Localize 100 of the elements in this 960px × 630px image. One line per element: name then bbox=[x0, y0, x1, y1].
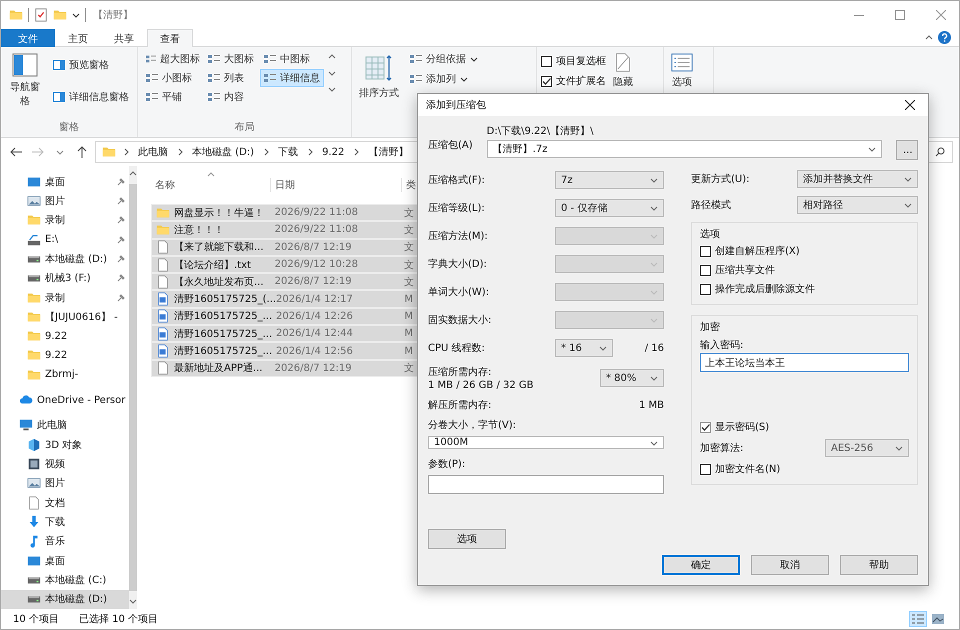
breadcrumb-separator-icon bbox=[352, 148, 360, 156]
browse-button[interactable]: ... bbox=[896, 140, 918, 160]
dialog-button[interactable]: 确定 bbox=[662, 555, 740, 575]
options-button[interactable]: 选项 bbox=[668, 50, 696, 92]
sidebar-item[interactable]: 本地磁盘 (C:) bbox=[1, 570, 130, 590]
sidebar-item[interactable]: 3D 对象 bbox=[1, 435, 130, 454]
caret-icon bbox=[460, 75, 468, 83]
dropdown[interactable]: 0 - 仅存储 bbox=[555, 199, 664, 217]
sort-button[interactable]: 排序方式 bbox=[356, 50, 402, 103]
dropdown[interactable]: 相对路径 bbox=[797, 196, 918, 214]
layout-option[interactable]: 详细信息 bbox=[260, 69, 324, 87]
sidebar-item[interactable]: 录制 bbox=[1, 288, 130, 308]
sidebar-item[interactable]: 下载 bbox=[1, 512, 130, 532]
field-label: 字典大小(D): bbox=[428, 258, 487, 271]
password-field[interactable]: 上本王论坛当本王 bbox=[700, 353, 909, 372]
document-icon bbox=[156, 361, 170, 376]
scroll-down-icon bbox=[328, 69, 336, 77]
details-view-button[interactable] bbox=[909, 611, 927, 627]
sidebar-item[interactable]: 图片 bbox=[1, 191, 130, 211]
view-icon bbox=[264, 54, 276, 64]
checkbox[interactable] bbox=[541, 56, 552, 66]
document-icon bbox=[27, 496, 41, 510]
breadcrumb[interactable]: 此电脑 bbox=[136, 145, 170, 159]
sidebar-item[interactable]: 此电脑 bbox=[1, 416, 130, 436]
sidebar-item[interactable]: 图片 bbox=[1, 474, 130, 493]
scrollbar[interactable] bbox=[129, 166, 138, 609]
checkbox[interactable] bbox=[700, 246, 711, 256]
picture-icon bbox=[27, 194, 41, 208]
breadcrumb[interactable]: 9.22 bbox=[320, 146, 346, 158]
dropdown[interactable]: 7z bbox=[555, 171, 664, 189]
view-icon bbox=[208, 73, 220, 83]
breadcrumb[interactable]: 本地磁盘 (D:) bbox=[190, 145, 256, 159]
ribbon-tab[interactable]: 主页 bbox=[55, 29, 101, 47]
sidebar-item[interactable]: 机械3 (F:) bbox=[1, 268, 130, 288]
dialog-button[interactable]: 帮助 bbox=[840, 555, 918, 575]
pane-button[interactable]: 预览窗格 bbox=[49, 56, 133, 74]
layout-option[interactable]: 内容 bbox=[204, 88, 260, 106]
hide-button[interactable]: 隐藏 bbox=[610, 50, 636, 92]
document-icon bbox=[156, 240, 170, 254]
folder-icon bbox=[27, 368, 41, 382]
sidebar-item[interactable]: 【JUJU0616】 - bbox=[1, 307, 130, 326]
layout-option[interactable]: 小图标 bbox=[142, 69, 204, 87]
dropdown[interactable]: 添加并替换文件 bbox=[797, 170, 918, 188]
chevron-icon bbox=[650, 288, 658, 296]
field-label: 固实数据大小: bbox=[428, 314, 492, 327]
dialog-button[interactable]: 取消 bbox=[751, 555, 829, 575]
sidebar-item[interactable]: 本地磁盘 (D:) bbox=[1, 590, 130, 609]
parameters-field[interactable] bbox=[428, 475, 664, 494]
column-header[interactable]: 名称 bbox=[151, 178, 271, 192]
sidebar-item[interactable]: 视频 bbox=[1, 454, 130, 474]
ribbon-tab[interactable]: 文件 bbox=[1, 29, 55, 47]
view-menu-button[interactable]: 分组依据 bbox=[406, 50, 482, 68]
sidebar-item[interactable]: 音乐 bbox=[1, 532, 130, 551]
layout-option[interactable]: 列表 bbox=[204, 69, 260, 87]
chevron-icon bbox=[650, 176, 658, 184]
archive-name-dropdown[interactable]: 【清野】.7z bbox=[486, 140, 882, 158]
layout-option[interactable]: 中图标 bbox=[260, 50, 324, 68]
options-button[interactable]: 选项 bbox=[428, 529, 506, 549]
dropdown[interactable]: AES-256 bbox=[825, 439, 909, 457]
folder-icon bbox=[156, 206, 170, 220]
sidebar-item[interactable]: Zbrmj- bbox=[1, 365, 130, 384]
checkbox[interactable] bbox=[700, 422, 711, 432]
split-size-dropdown[interactable]: 1000M bbox=[428, 436, 664, 449]
sidebar-item[interactable]: 桌面 bbox=[1, 172, 130, 192]
dropdown[interactable]: * 80% bbox=[600, 369, 664, 387]
chevron-icon bbox=[650, 374, 658, 382]
pane-icon bbox=[53, 60, 65, 70]
checkbox[interactable] bbox=[541, 76, 552, 86]
folder-icon bbox=[102, 145, 116, 159]
ribbon-tab[interactable]: 查看 bbox=[147, 29, 193, 47]
field-label: 压缩格式(F): bbox=[428, 174, 485, 187]
sidebar-item[interactable]: OneDrive - Persor bbox=[1, 390, 130, 410]
folder-icon bbox=[156, 222, 170, 237]
sidebar-item[interactable]: 9.22 bbox=[1, 346, 130, 366]
scroll-up-icon bbox=[328, 53, 336, 61]
pane-button[interactable]: 详细信息窗格 bbox=[49, 88, 133, 106]
checkbox[interactable] bbox=[700, 264, 711, 276]
breadcrumb[interactable]: 下载 bbox=[276, 145, 300, 159]
checkbox[interactable] bbox=[700, 284, 711, 294]
layout-option[interactable]: 大图标 bbox=[204, 50, 260, 68]
film-icon bbox=[27, 457, 41, 472]
navigation-pane-button[interactable]: 导航窗格 bbox=[5, 50, 45, 111]
sidebar-item[interactable]: 本地磁盘 (D:) bbox=[1, 249, 130, 269]
layout-option[interactable]: 超大图标 bbox=[142, 50, 204, 68]
sidebar-item[interactable]: 文档 bbox=[1, 493, 130, 512]
ribbon-tab[interactable]: 共享 bbox=[101, 29, 147, 47]
help-icon[interactable] bbox=[938, 31, 951, 44]
sidebar-item[interactable]: 桌面 bbox=[1, 550, 130, 570]
sidebar-item[interactable]: E:\ bbox=[1, 230, 130, 250]
sidebar-item[interactable]: 录制 bbox=[1, 210, 130, 230]
chevron-icon bbox=[650, 260, 658, 268]
breadcrumb[interactable]: 【清野】 bbox=[366, 145, 410, 159]
field-label: 单词大小(W): bbox=[428, 286, 490, 299]
layout-option[interactable]: 平铺 bbox=[142, 88, 204, 106]
column-header[interactable]: 日期 bbox=[271, 178, 402, 192]
tiles-view-button[interactable] bbox=[929, 611, 947, 627]
checkbox[interactable] bbox=[700, 464, 711, 474]
dropdown[interactable]: * 16 bbox=[555, 339, 613, 357]
view-menu-button[interactable]: 添加列 bbox=[406, 70, 482, 88]
sidebar-item[interactable]: 9.22 bbox=[1, 326, 130, 346]
